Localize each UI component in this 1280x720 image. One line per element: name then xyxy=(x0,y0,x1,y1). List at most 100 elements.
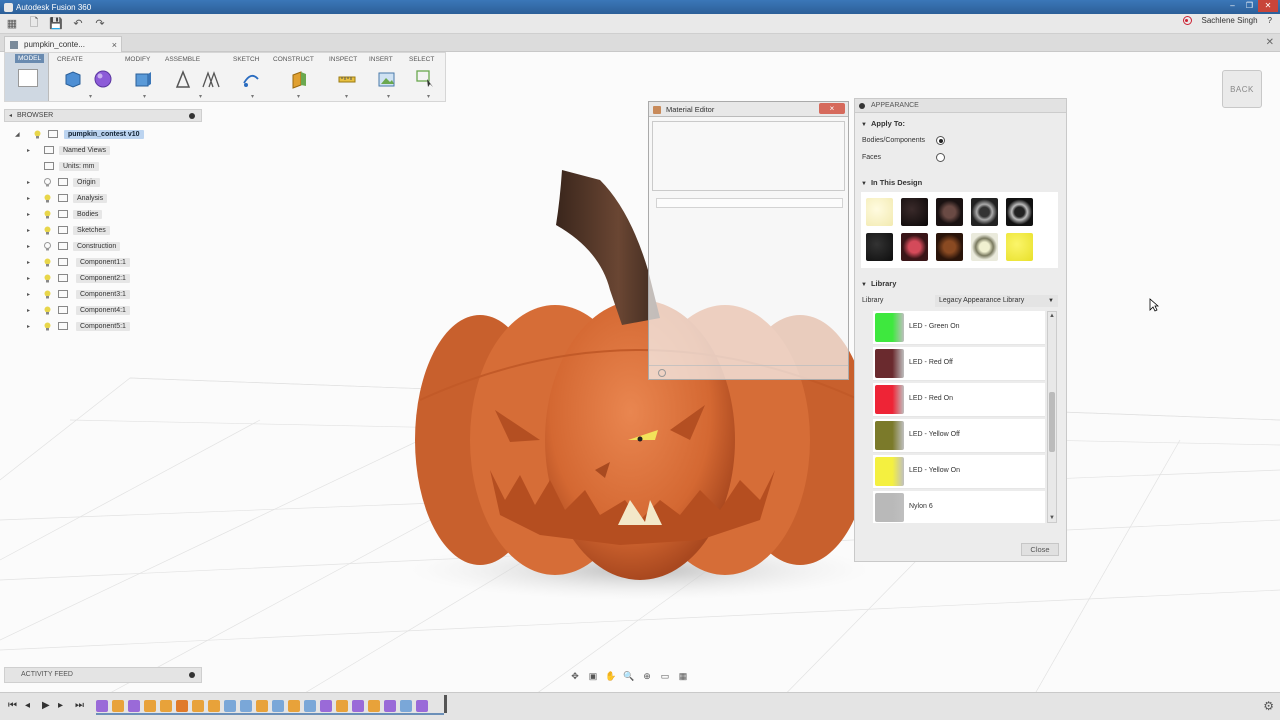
timeline-feature-icon[interactable] xyxy=(256,700,268,712)
library-dropdown[interactable]: Legacy Appearance Library ▼ xyxy=(935,295,1058,307)
file-menu-icon[interactable]: 🗋 xyxy=(24,15,44,33)
timeline-feature-icon[interactable] xyxy=(144,700,156,712)
library-item[interactable]: LED - Red On xyxy=(873,383,1045,417)
timeline-feature-icon[interactable] xyxy=(384,700,396,712)
step-forward-icon[interactable]: ▸ xyxy=(58,700,63,711)
view-cube[interactable]: BACK xyxy=(1222,70,1262,108)
insert-dropdown-icon[interactable]: ▾ xyxy=(387,93,390,100)
save-icon[interactable]: 💾 xyxy=(46,15,66,33)
apply-to-section[interactable]: ▼ Apply To: xyxy=(861,119,905,128)
expand-arrow-icon[interactable]: ▸ xyxy=(27,323,30,330)
library-item[interactable]: LED - Yellow Off xyxy=(873,419,1045,453)
appearance-swatch[interactable] xyxy=(971,233,998,261)
close-button[interactable]: Close xyxy=(1021,543,1059,556)
construct-dropdown-icon[interactable]: ▾ xyxy=(297,93,300,100)
appearance-swatch[interactable] xyxy=(971,198,998,226)
fit-icon[interactable]: ⊕ xyxy=(640,669,654,683)
modify-label[interactable]: MODIFY xyxy=(125,56,150,63)
undo-icon[interactable]: ↶ xyxy=(68,15,88,33)
visibility-bulb-icon[interactable] xyxy=(44,226,51,235)
expand-arrow-icon[interactable]: ▸ xyxy=(27,259,30,266)
browser-panel-header[interactable]: ◂ BROWSER xyxy=(4,109,202,122)
library-item[interactable]: Nylon 6 xyxy=(873,491,1045,523)
tab-close-icon[interactable]: × xyxy=(112,40,117,50)
as-built-joint-icon[interactable] xyxy=(201,69,221,89)
material-editor-close-button[interactable]: × xyxy=(819,103,845,114)
visibility-bulb-icon[interactable] xyxy=(44,322,51,331)
visibility-bulb-icon[interactable] xyxy=(44,177,51,187)
appearance-swatch[interactable] xyxy=(936,233,963,261)
box-icon[interactable] xyxy=(63,69,83,89)
library-item[interactable]: LED - Yellow On xyxy=(873,455,1045,489)
expand-arrow-icon[interactable]: ▸ xyxy=(27,307,30,314)
scroll-down-icon[interactable]: ▼ xyxy=(1049,515,1055,521)
tree-root[interactable]: ◢ pumpkin_contest v10 xyxy=(4,126,202,142)
appearance-swatch[interactable] xyxy=(901,198,928,226)
pin-icon[interactable] xyxy=(189,672,195,678)
timeline-feature-icon[interactable] xyxy=(176,700,188,712)
timeline-feature-icon[interactable] xyxy=(208,700,220,712)
appearance-header[interactable]: APPEARANCE xyxy=(855,99,1066,113)
timeline-feature-icon[interactable] xyxy=(320,700,332,712)
appearance-swatch[interactable] xyxy=(1006,198,1033,226)
go-to-end-icon[interactable]: ⏭ xyxy=(75,700,84,711)
visibility-bulb-icon[interactable] xyxy=(44,274,51,283)
tree-item-label[interactable]: Component4:1 xyxy=(76,305,130,315)
tree-item[interactable]: ▸ Origin xyxy=(4,174,202,190)
library-item[interactable]: LED - Red Off xyxy=(873,347,1045,381)
timeline-feature-icon[interactable] xyxy=(368,700,380,712)
tree-item-label[interactable]: Component3:1 xyxy=(76,289,130,299)
insert-label[interactable]: INSERT xyxy=(369,56,393,63)
help-icon[interactable]: ? xyxy=(1268,16,1272,25)
construct-label[interactable]: CONSTRUCT xyxy=(273,56,314,63)
sketch-icon[interactable] xyxy=(241,69,261,89)
visibility-bulb-icon[interactable] xyxy=(44,290,51,299)
3d-viewport[interactable] xyxy=(0,0,1280,720)
tree-item-label[interactable]: Component2:1 xyxy=(76,273,130,283)
record-icon[interactable] xyxy=(1182,16,1192,25)
pin-icon[interactable] xyxy=(859,103,865,109)
timeline-feature-icon[interactable] xyxy=(160,700,172,712)
tree-item-label[interactable]: pumpkin_contest v10 xyxy=(64,129,144,139)
construct-plane-icon[interactable] xyxy=(289,69,309,89)
inspect-label[interactable]: INSPECT xyxy=(329,56,357,63)
zoom-icon[interactable]: 🔍 xyxy=(622,669,636,683)
expand-arrow-icon[interactable]: ▸ xyxy=(27,275,30,282)
timeline-feature-icon[interactable] xyxy=(128,700,140,712)
expand-arrow-icon[interactable]: ▸ xyxy=(27,291,30,298)
tree-item[interactable]: ▸ Component4:1 xyxy=(4,302,202,318)
joint-icon[interactable] xyxy=(173,69,193,89)
pan-icon[interactable]: ✋ xyxy=(604,669,618,683)
options-icon[interactable] xyxy=(658,369,666,377)
step-back-icon[interactable]: ◂ xyxy=(25,700,30,711)
create-label[interactable]: CREATE xyxy=(57,56,83,63)
timeline-feature-icon[interactable] xyxy=(288,700,300,712)
grid-settings-icon[interactable]: ▦ xyxy=(676,669,690,683)
play-icon[interactable]: ▶ xyxy=(42,700,50,711)
tree-item[interactable]: ▸ Component3:1 xyxy=(4,286,202,302)
go-to-start-icon[interactable]: ⏮ xyxy=(8,700,17,711)
insert-image-icon[interactable] xyxy=(377,69,397,89)
bodies-components-radio[interactable] xyxy=(936,136,945,145)
press-pull-icon[interactable] xyxy=(133,69,153,89)
collapse-icon[interactable]: ▼ xyxy=(861,181,867,187)
timeline-feature-icon[interactable] xyxy=(416,700,428,712)
pin-icon[interactable] xyxy=(189,113,195,119)
visibility-bulb-icon[interactable] xyxy=(44,241,51,251)
select-icon[interactable] xyxy=(415,69,435,89)
tree-item-label[interactable]: Origin xyxy=(73,177,100,187)
collapse-icon[interactable]: ▼ xyxy=(861,282,867,288)
workspace-switcher[interactable]: MODEL xyxy=(5,53,49,101)
tree-item-label[interactable]: Construction xyxy=(73,241,121,251)
select-label[interactable]: SELECT xyxy=(409,56,434,63)
document-tab[interactable]: pumpkin_conte... × xyxy=(4,36,122,52)
expand-arrow-icon[interactable]: ▸ xyxy=(27,179,30,186)
tree-item-label[interactable]: Analysis xyxy=(73,193,108,203)
collapse-icon[interactable]: ◂ xyxy=(9,112,12,119)
sketch-dropdown-icon[interactable]: ▾ xyxy=(251,93,254,100)
tree-item-label[interactable]: Sketches xyxy=(73,225,110,235)
timeline-feature-icon[interactable] xyxy=(352,700,364,712)
faces-radio[interactable] xyxy=(936,153,945,162)
redo-icon[interactable]: ↷ xyxy=(90,15,110,33)
create-dropdown-icon[interactable]: ▾ xyxy=(89,93,92,100)
